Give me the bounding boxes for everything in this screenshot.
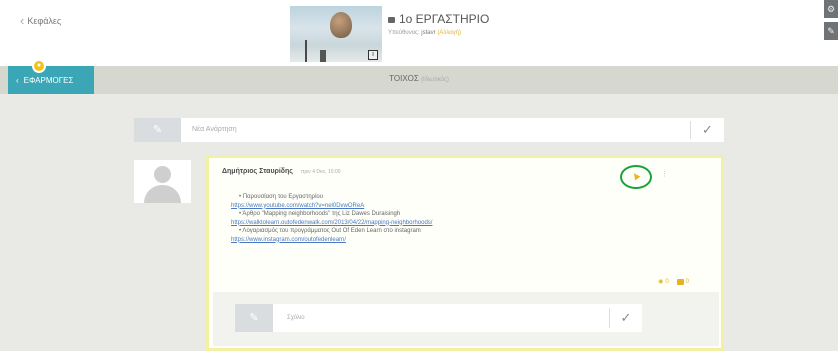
- pencil-icon[interactable]: ✎: [235, 304, 273, 332]
- wall-label: ΤΟΙΧΟΣ: [389, 74, 419, 83]
- owner-line: Υπεύθυνος: jstavr (Αλλαγή): [388, 30, 489, 36]
- comments-count: 0: [665, 278, 669, 285]
- post-body: • Παρουσίαση του Εργαστηρίου https://www…: [231, 193, 701, 244]
- submit-comment-button[interactable]: ✓: [610, 304, 642, 332]
- like-button[interactable]: 0: [676, 278, 689, 285]
- tab-wall[interactable]: ΤΟΙΧΟΣ (Ιδιωτικός): [0, 74, 838, 83]
- post-card: Δημήτριος Σταυρίδης πριν 4 Dec, 15:00 ▲ …: [206, 155, 724, 351]
- owner-prefix: Υπεύθυνος:: [388, 30, 420, 36]
- chevron-left-icon: ‹: [20, 13, 25, 28]
- board-title-block: 1ο ΕΡΓΑΣΤΗΡΙΟ Υπεύθυνος: jstavr (Αλλαγή): [388, 12, 489, 36]
- likes-count: 0: [685, 278, 689, 285]
- owner-name: jstavr: [421, 30, 436, 36]
- pin-icon[interactable]: ▲: [628, 168, 645, 185]
- comment-input[interactable]: Σχόλιο: [287, 304, 305, 332]
- board-cover-image: i: [290, 6, 382, 62]
- comments-count-button[interactable]: ◉ 0: [658, 278, 669, 286]
- comment-area: ✎ Σχόλιο ✓: [213, 292, 719, 346]
- post-link[interactable]: https://walktolearn.outofedenwalk.com/20…: [231, 219, 701, 228]
- cover-caption-icon: i: [368, 50, 378, 60]
- post-author[interactable]: Δημήτριος Σταυρίδης: [222, 168, 293, 175]
- post-link[interactable]: https://www.youtube.com/watch?v=nel0DvwO…: [231, 202, 701, 211]
- post-line: • Λογαριασμός του προγράμματος Out Of Ed…: [239, 228, 421, 234]
- lock-icon: [388, 17, 395, 23]
- pin-highlight: ▲: [620, 165, 652, 189]
- pencil-icon[interactable]: ✎: [134, 118, 181, 142]
- avatar: [134, 160, 191, 203]
- board-title-text: 1ο ΕΡΓΑΣΤΗΡΙΟ: [399, 12, 490, 26]
- post-link[interactable]: https://www.instagram.com/outofedenlearn…: [231, 236, 701, 245]
- submit-post-button[interactable]: ✓: [691, 118, 724, 142]
- new-post-bar: ✎ Νέα Ανάρτηση ✓: [134, 118, 724, 142]
- post-line: • Παρουσίαση του Εργαστηρίου: [239, 194, 324, 200]
- comment-icon: ◉: [658, 279, 664, 285]
- back-link[interactable]: ‹ Κεφάλες: [20, 14, 61, 27]
- new-post-input[interactable]: Νέα Ανάρτηση: [192, 118, 237, 142]
- post-header: Δημήτριος Σταυρίδης πριν 4 Dec, 15:00: [222, 168, 341, 175]
- post-timestamp: πριν 4 Dec, 15:00: [300, 169, 341, 175]
- corner-buttons: ⚙ ✎: [824, 0, 838, 44]
- edit-board-icon[interactable]: ✎: [824, 22, 838, 40]
- apps-badge: ●: [32, 59, 46, 73]
- comment-box: ✎ Σχόλιο ✓: [235, 304, 642, 332]
- top-header: ‹ Κεφάλες i 1ο ΕΡΓΑΣΤΗΡΙΟ Υπεύθυνος: jst…: [0, 0, 838, 66]
- thumb-icon: [676, 278, 684, 285]
- board-title: 1ο ΕΡΓΑΣΤΗΡΙΟ: [388, 12, 489, 26]
- back-label: Κεφάλες: [27, 15, 62, 26]
- more-options-icon[interactable]: ⋮: [661, 170, 668, 178]
- settings-icon[interactable]: ⚙: [824, 0, 838, 18]
- change-owner-link[interactable]: (Αλλαγή): [437, 30, 461, 36]
- post-line: • Άρθρο "Mapping neighborhoods" της Liz …: [239, 211, 401, 217]
- wall-sublabel: (Ιδιωτικός): [421, 77, 449, 83]
- post-reactions: ◉ 0 0: [658, 278, 689, 285]
